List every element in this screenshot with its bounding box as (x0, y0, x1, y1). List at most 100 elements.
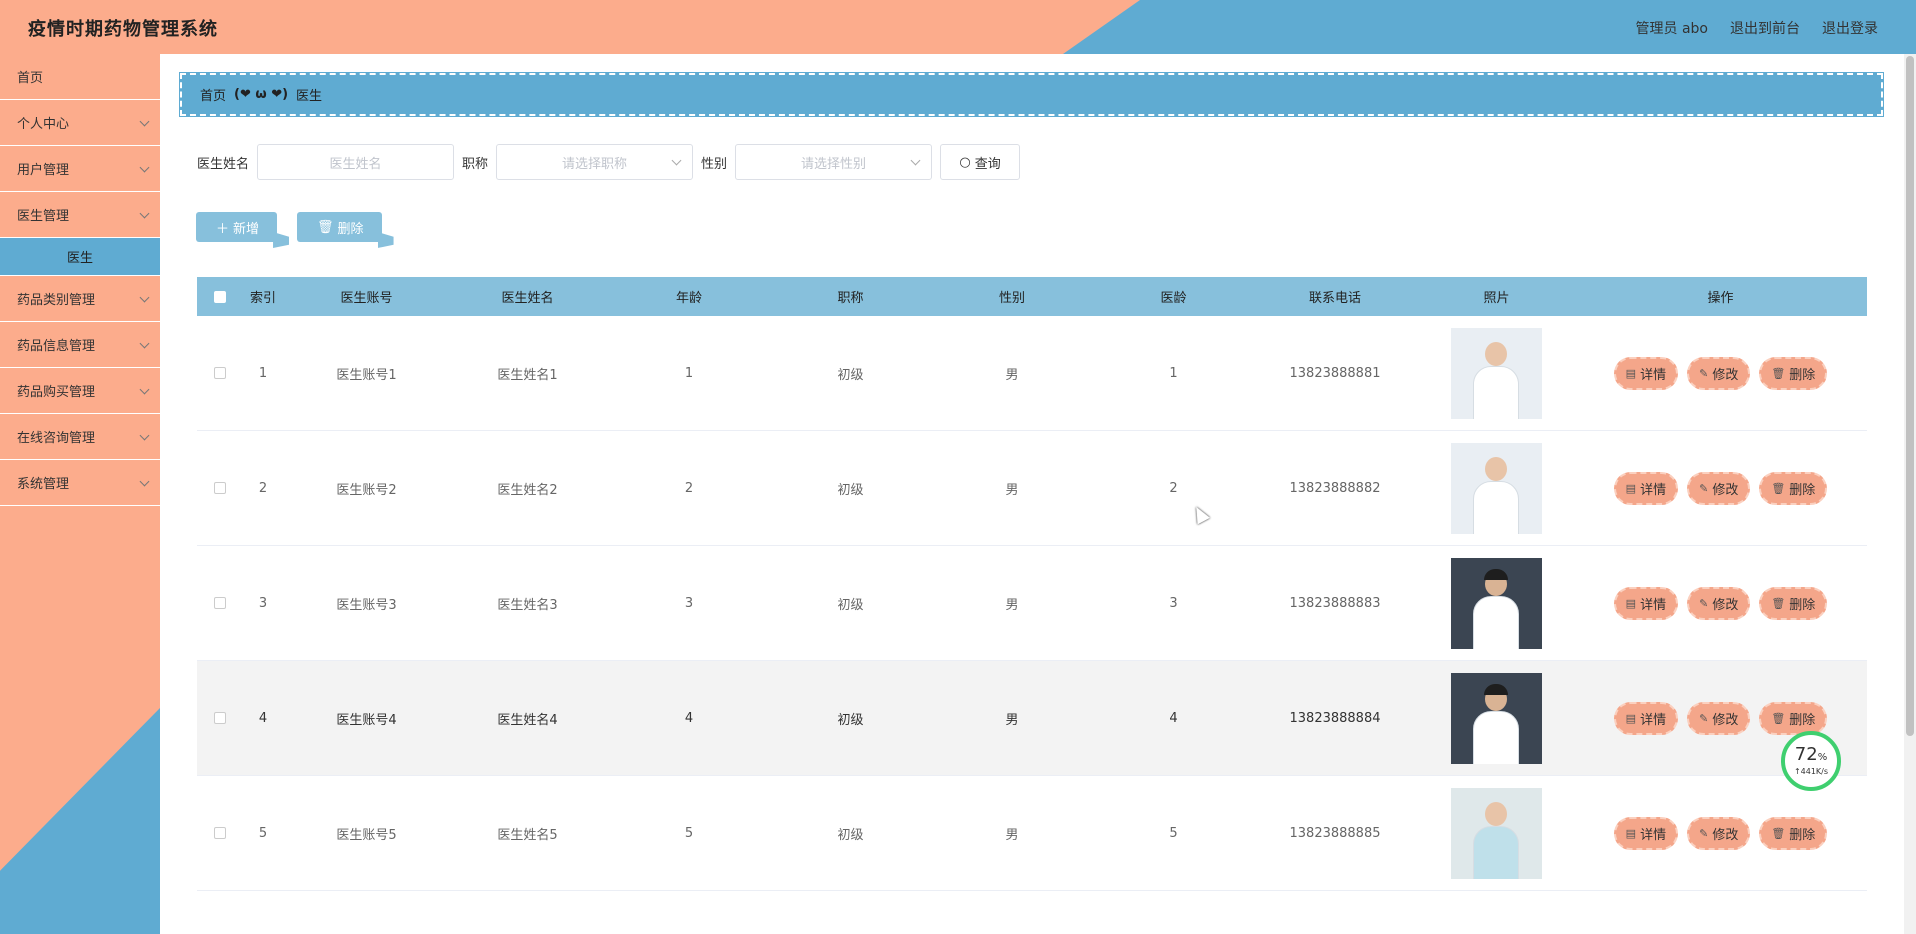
row-checkbox[interactable] (214, 482, 226, 494)
sidebar-item-9[interactable]: 系统管理 (0, 460, 160, 506)
edit-button[interactable]: ✎ 修改 (1687, 701, 1751, 735)
breadcrumb-current: 医生 (296, 89, 323, 104)
row-checkbox[interactable] (214, 712, 226, 724)
cell-phone: 13823888882 (1289, 480, 1381, 496)
doctor-photo[interactable] (1451, 557, 1542, 649)
doctor-photo[interactable] (1451, 442, 1542, 534)
edit-button[interactable]: ✎ 修改 (1687, 356, 1751, 390)
detail-button[interactable]: ▤ 详情 (1613, 356, 1679, 390)
admin-user[interactable]: 管理员 abo (1636, 18, 1708, 38)
table-row: 2 医生账号2 医生姓名2 2 初级男 2 13823888882 ▤ 详情 ✎ 修改 🗑 删除 (197, 431, 1867, 546)
row-select-cell (197, 712, 243, 724)
delete-button[interactable]: 🗑 删除 (1759, 701, 1828, 735)
sidebar-item-2[interactable]: 用户管理 (0, 146, 160, 192)
doctor-photo[interactable] (1451, 787, 1542, 879)
pencil-icon: ✎ (1699, 366, 1709, 380)
chevron-down-icon (139, 430, 150, 441)
chevron-down-icon (139, 208, 150, 219)
document-icon: ▤ (1625, 366, 1637, 380)
sidebar-item-8[interactable]: 在线咨询管理 (0, 414, 160, 460)
detail-button[interactable]: ▤ 详情 (1613, 701, 1679, 735)
delete-button[interactable]: 🗑 删除 (1759, 816, 1828, 850)
delete-label: 删除 (1789, 482, 1816, 498)
col-title: 职称 (837, 291, 864, 306)
cell-sex: 男 (1005, 367, 1019, 383)
edit-button[interactable]: ✎ 修改 (1687, 471, 1751, 505)
doctor-photo[interactable] (1451, 672, 1542, 764)
cell-photo (1419, 787, 1574, 879)
sidebar-item-label: 医生 (66, 251, 93, 266)
cell-ops: ▤ 详情 ✎ 修改 🗑 删除 (1574, 586, 1867, 620)
edit-label: 修改 (1712, 827, 1739, 843)
row-checkbox[interactable] (214, 367, 226, 379)
col-sex: 性别 (998, 291, 1025, 306)
cell-phone: 13823888884 (1289, 710, 1381, 726)
sidebar-item-5[interactable]: 药品类别管理 (0, 276, 160, 322)
sidebar-item-6[interactable]: 药品信息管理 (0, 322, 160, 368)
query-button[interactable]: ○ 查询 (940, 144, 1021, 180)
logout-link[interactable]: 退出登录 (1822, 18, 1878, 38)
exit-to-front-link[interactable]: 退出到前台 (1730, 18, 1800, 38)
title-placeholder: 请选择职称 (562, 156, 628, 172)
title-select[interactable]: 请选择职称 (496, 144, 694, 180)
cell-years: 1 (1169, 365, 1178, 381)
detail-button[interactable]: ▤ 详情 (1613, 816, 1679, 850)
col-ops: 操作 (1707, 291, 1734, 306)
sidebar-item-label: 个人中心 (17, 117, 70, 132)
col-account: 医生账号 (340, 291, 393, 306)
document-icon: ▤ (1625, 826, 1637, 840)
row-checkbox[interactable] (214, 597, 226, 609)
cell-name: 医生姓名5 (497, 827, 558, 843)
pencil-icon: ✎ (1699, 826, 1709, 840)
row-select-cell (197, 597, 243, 609)
cell-title: 初级 (837, 482, 864, 498)
sidebar-item-label: 用户管理 (17, 163, 70, 178)
batch-delete-button[interactable]: 🗑 删除 (297, 212, 382, 242)
chevron-down-icon (139, 116, 150, 127)
delete-button[interactable]: 🗑 删除 (1759, 586, 1828, 620)
doctor-photo[interactable] (1451, 327, 1542, 419)
sidebar-item-label: 首页 (17, 71, 44, 86)
cell-sex: 男 (1005, 712, 1019, 728)
chevron-down-icon (671, 155, 682, 166)
trash-icon: 🗑 (317, 219, 334, 235)
delete-button[interactable]: 🗑 删除 (1759, 471, 1828, 505)
detail-button[interactable]: ▤ 详情 (1613, 471, 1679, 505)
breadcrumb-home[interactable]: 首页 (200, 85, 226, 104)
cell-title: 初级 (837, 712, 864, 728)
network-speed-widget[interactable]: 72% ↑441K/s (1781, 731, 1841, 791)
cell-index: 3 (258, 595, 268, 611)
select-all-checkbox[interactable] (214, 290, 226, 303)
sex-select[interactable]: 请选择性别 (735, 144, 933, 180)
detail-button[interactable]: ▤ 详情 (1613, 586, 1679, 620)
sidebar-item-4[interactable]: 医生 (0, 238, 160, 276)
doctor-table: 索引 医生账号 医生姓名 年龄 职称 性别 医龄 联系电话 照片 操作 1 医生账… (197, 277, 1867, 891)
page-scrollbar[interactable] (1904, 54, 1916, 934)
edit-button[interactable]: ✎ 修改 (1687, 816, 1751, 850)
trash-icon: 🗑 (1771, 596, 1786, 610)
delete-label: 删除 (1789, 827, 1816, 843)
row-checkbox[interactable] (214, 827, 226, 839)
chevron-down-icon (139, 162, 150, 173)
sidebar-item-label: 在线咨询管理 (17, 431, 96, 446)
add-button[interactable]: ＋新增 (196, 212, 278, 242)
edit-button[interactable]: ✎ 修改 (1687, 586, 1751, 620)
doctor-name-input[interactable]: 医生姓名 (257, 144, 455, 180)
detail-label: 详情 (1640, 712, 1667, 728)
sidebar-item-0[interactable]: 首页 (0, 54, 160, 100)
net-speed: ↑441K/s (1793, 767, 1829, 776)
sidebar-item-3[interactable]: 医生管理 (0, 192, 160, 238)
cell-ops: ▤ 详情 ✎ 修改 🗑 删除 (1574, 471, 1867, 505)
scrollbar-thumb[interactable] (1906, 56, 1914, 736)
sidebar-item-label: 系统管理 (17, 477, 70, 492)
delete-button[interactable]: 🗑 删除 (1759, 356, 1828, 390)
col-index: 索引 (249, 291, 276, 306)
sidebar-item-7[interactable]: 药品购买管理 (0, 368, 160, 414)
sidebar-item-1[interactable]: 个人中心 (0, 100, 160, 146)
table-body: 1 医生账号1 医生姓名1 1 初级男 1 13823888881 ▤ 详情 ✎ 修改 🗑 删除 2 医生账… (197, 316, 1867, 891)
cell-name: 医生姓名3 (497, 597, 558, 613)
net-percent-unit: % (1817, 752, 1828, 763)
cell-years: 2 (1169, 480, 1178, 496)
sex-label: 性别 (701, 156, 728, 172)
col-name: 医生姓名 (501, 291, 554, 306)
